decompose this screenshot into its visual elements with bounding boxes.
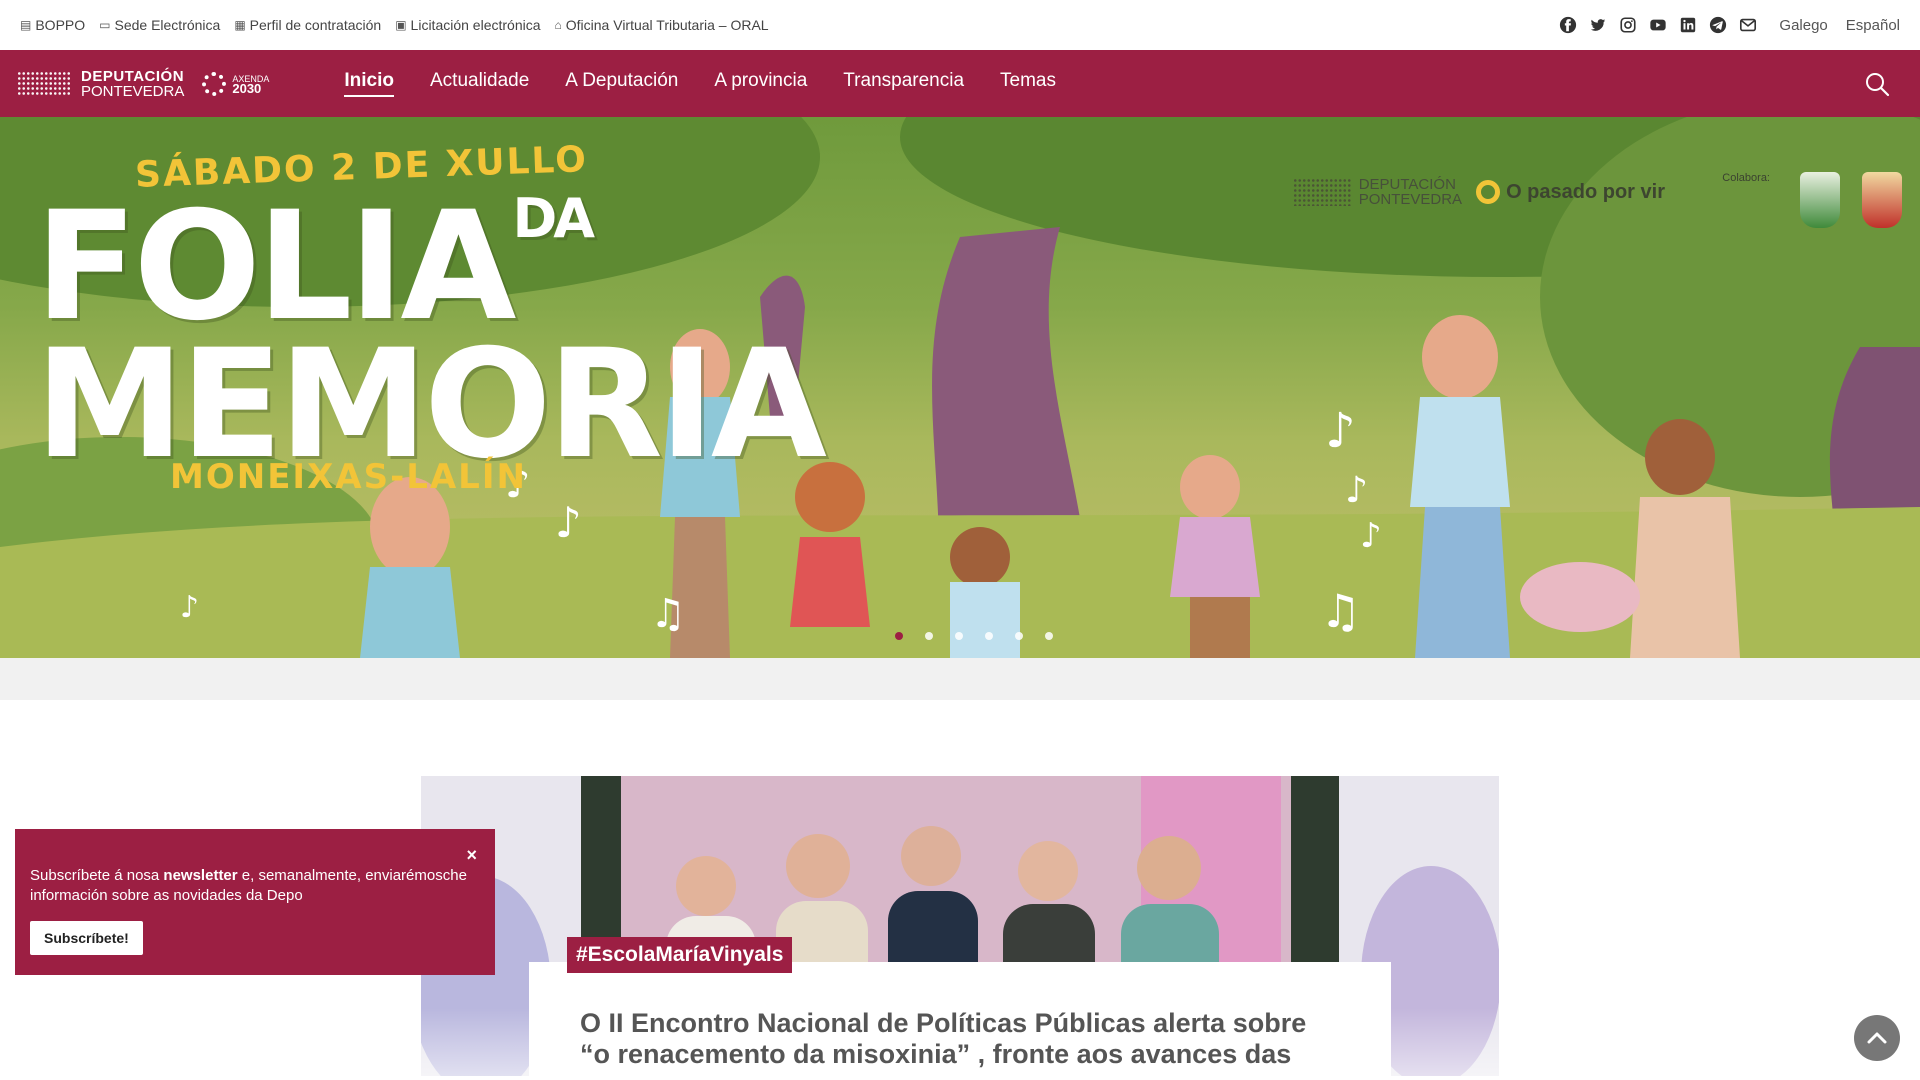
hero-sponsor-logos: DEPUTACIÓN PONTEVEDRA O pasado por vir xyxy=(1292,177,1665,207)
hero-title-word2b: IA xyxy=(659,318,827,492)
hero-title: FOLIADA MEMORIA xyxy=(35,192,827,481)
svg-text:♪: ♪ xyxy=(555,498,582,547)
svg-text:♪: ♪ xyxy=(180,590,199,625)
hero-logo-dots xyxy=(1292,178,1351,206)
linkedin-icon[interactable] xyxy=(1679,16,1697,34)
search-icon[interactable] xyxy=(1864,71,1890,97)
close-icon[interactable]: × xyxy=(466,845,477,866)
carousel-dot-6[interactable] xyxy=(1045,632,1053,640)
briefcase-icon: ▣ xyxy=(395,18,407,32)
carousel-dot-2[interactable] xyxy=(925,632,933,640)
lang-espanol[interactable]: Español xyxy=(1846,17,1900,34)
youtube-icon[interactable] xyxy=(1649,16,1667,34)
nav-item-a-provincia[interactable]: A provincia xyxy=(714,70,807,97)
svg-text:♪: ♪ xyxy=(1360,516,1382,556)
colabora-label: Colabora: xyxy=(1722,172,1770,184)
newsletter-text: Subscríbete á nosa newsletter e, semanal… xyxy=(30,867,467,904)
svg-text:♫: ♫ xyxy=(650,591,686,637)
telegram-icon[interactable] xyxy=(1709,16,1727,34)
agenda-ring-icon xyxy=(202,71,227,96)
licitacion-electronica-link[interactable]: ▣ Licitación electrónica xyxy=(395,17,540,33)
laptop-icon: ▭ xyxy=(99,18,111,32)
deputacion-logo[interactable]: DEPUTACIÓN PONTEVEDRA xyxy=(17,69,184,99)
chevron-up-icon xyxy=(1867,1032,1887,1044)
main-menu: Inicio Actualidade A Deputación A provin… xyxy=(344,70,1056,97)
nav-item-transparencia[interactable]: Transparencia xyxy=(843,70,964,97)
o-pasado-por-vir-logo: O pasado por vir xyxy=(1476,180,1665,204)
svg-text:♪: ♪ xyxy=(1325,403,1356,459)
back-to-top-button[interactable] xyxy=(1854,1015,1900,1061)
instagram-icon[interactable] xyxy=(1619,16,1637,34)
subscribe-button[interactable]: Subscríbete! xyxy=(30,921,143,955)
logo-dots-mark xyxy=(17,70,71,97)
lang-galego[interactable]: Galego xyxy=(1779,17,1827,34)
section-divider xyxy=(0,658,1920,700)
svg-text:♫: ♫ xyxy=(1320,584,1361,638)
nav-item-inicio[interactable]: Inicio xyxy=(344,70,394,97)
carousel-dot-1[interactable] xyxy=(895,632,903,640)
newspaper-icon: ▤ xyxy=(20,18,32,32)
language-switcher: Galego Español xyxy=(1779,17,1900,34)
carousel-dot-3[interactable] xyxy=(955,632,963,640)
boppo-link[interactable]: ▤ BOPPO xyxy=(20,17,85,33)
main-navbar: DEPUTACIÓN PONTEVEDRA AXENDA 2030 Inicio… xyxy=(0,50,1920,117)
carousel-dot-5[interactable] xyxy=(1015,632,1023,640)
utility-links: ▤ BOPPO ▭ Sede Electrónica ▦ Perfil de cont… xyxy=(20,17,769,33)
nav-item-actualidade[interactable]: Actualidade xyxy=(430,70,529,97)
top-right: Galego Español xyxy=(1559,16,1900,34)
twitter-icon[interactable] xyxy=(1589,16,1607,34)
hero-place: MONEIXAS-LALÍN xyxy=(170,457,527,497)
institution-icon: ⌂ xyxy=(554,18,562,32)
top-utility-bar: ▤ BOPPO ▭ Sede Electrónica ▦ Perfil de cont… xyxy=(0,0,1920,50)
hero-carousel[interactable]: ♪ ♪ ♪ ♪ ♪ ♫ ♫ ♪ SÁBADO 2 DE XULLO FOLIAD… xyxy=(0,117,1920,658)
news-headline[interactable]: O II Encontro Nacional de Políticas Públ… xyxy=(580,1008,1320,1070)
lalin-crest-icon xyxy=(1800,172,1840,228)
agenda-year: 2030 xyxy=(232,80,262,96)
news-tag[interactable]: #EscolaMaríaVinyals xyxy=(567,937,793,973)
nav-item-temas[interactable]: Temas xyxy=(1000,70,1056,97)
logo-line2: PONTEVEDRA xyxy=(81,82,185,100)
social-links xyxy=(1559,16,1757,34)
newsletter-popup: × Subscríbete á nosa newsletter e, seman… xyxy=(15,829,495,975)
sede-electronica-link[interactable]: ▭ Sede Electrónica xyxy=(99,17,220,33)
hero-deputacion-logo: DEPUTACIÓN PONTEVEDRA xyxy=(1292,177,1462,207)
nav-item-a-deputacion[interactable]: A Deputación xyxy=(565,70,678,97)
carousel-indicators xyxy=(895,632,1053,640)
email-icon[interactable] xyxy=(1739,16,1757,34)
agenda-2030-logo[interactable]: AXENDA 2030 xyxy=(202,71,269,96)
perfil-contratacion-link[interactable]: ▦ Perfil de contratación xyxy=(234,17,381,33)
hero-title-small: DA xyxy=(512,187,595,250)
oficina-virtual-link[interactable]: ⌂ Oficina Virtual Tributaria – ORAL xyxy=(555,17,769,33)
carousel-dot-4[interactable] xyxy=(985,632,993,640)
document-icon: ▦ xyxy=(234,18,246,32)
pasado-ring-icon xyxy=(1476,180,1501,204)
coat-of-arms-icon xyxy=(1862,172,1902,228)
facebook-icon[interactable] xyxy=(1559,16,1577,34)
svg-text:♪: ♪ xyxy=(1345,470,1368,511)
